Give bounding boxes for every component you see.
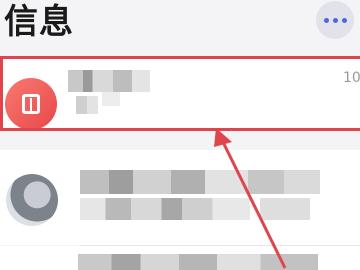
annotation-arrow [214,128,287,269]
arrow-head-icon [214,128,232,147]
arrow-shaft [220,139,287,269]
